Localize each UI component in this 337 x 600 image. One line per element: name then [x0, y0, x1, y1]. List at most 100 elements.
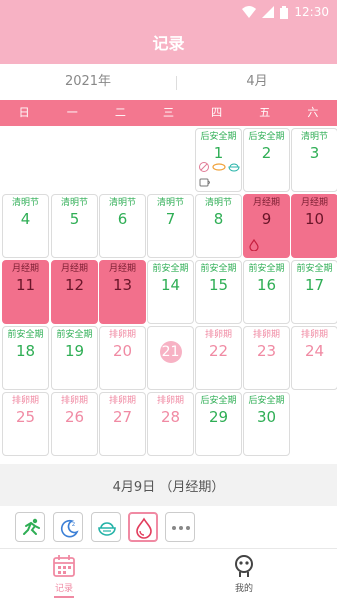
weekday-header: 日 一 二 三 四 五 六 [0, 100, 337, 126]
day-number: 26 [64, 408, 85, 426]
today-marker: 21 [159, 341, 182, 363]
day-phase-label: 排卵期 [108, 330, 136, 340]
calendar-day-12[interactable]: 月经期 12 [51, 260, 98, 324]
active-tab-indicator [54, 596, 74, 598]
calendar-day-11[interactable]: 月经期 11 [2, 260, 49, 324]
day-phase-label: 清明节 [108, 198, 136, 208]
day-number: 27 [112, 408, 133, 426]
weekday-tue: 二 [114, 106, 126, 119]
calendar-day-2[interactable]: 后安全期 2 [243, 128, 290, 192]
day-phase-label: 前安全期 [296, 264, 333, 274]
weekday-sat: 六 [307, 106, 319, 119]
day-phase-label: 前安全期 [152, 264, 189, 274]
calendar-day-17[interactable]: 前安全期 17 [291, 260, 337, 324]
day-number: 12 [64, 276, 85, 294]
calendar-day-4[interactable]: 清明节 4 [2, 194, 49, 258]
profile-icon [235, 555, 253, 577]
calendar-day-27[interactable]: 排卵期 27 [99, 392, 146, 456]
calendar-day-18[interactable]: 前安全期 18 [2, 326, 49, 390]
calendar-day-7[interactable]: 清明节 7 [147, 194, 194, 258]
selected-date-label: 4月9日 （月经期） [0, 464, 337, 506]
weekday-wed: 三 [162, 106, 174, 119]
page-title: 记录 [0, 24, 337, 64]
calendar-day-5[interactable]: 清明节 5 [51, 194, 98, 258]
tab-mine[interactable]: 我的 [214, 553, 274, 594]
day-number: 13 [112, 276, 133, 294]
day-number: 10 [304, 210, 325, 228]
day-phase-label: 前安全期 [200, 264, 237, 274]
day-phase-label: 排卵期 [60, 396, 88, 406]
sleep-button[interactable]: z [53, 512, 83, 542]
tab-records-label: 记录 [54, 584, 73, 594]
day-phase-label: 月经期 [252, 198, 280, 208]
day-phase-label: 排卵期 [156, 396, 184, 406]
calendar-day-13[interactable]: 月经期 13 [99, 260, 146, 324]
calendar-day-28[interactable]: 排卵期 28 [147, 392, 194, 456]
cup-icon [199, 178, 210, 187]
day-phase-label: 清明节 [204, 198, 232, 208]
period-icon [136, 517, 152, 539]
day-number: 25 [15, 408, 36, 426]
calendar-day-23[interactable]: 排卵期 23 [243, 326, 290, 390]
day-number: 29 [208, 408, 229, 426]
calendar-day-29[interactable]: 后安全期 29 [195, 392, 242, 456]
tab-records[interactable]: 记录 [34, 553, 94, 598]
day-phase-label: 前安全期 [7, 330, 44, 340]
day-phase-label: 排卵期 [252, 330, 280, 340]
sleep-icon: z [61, 519, 79, 538]
calendar-day-3[interactable]: 清明节 3 [291, 128, 337, 192]
calendar-day-26[interactable]: 排卵期 26 [51, 392, 98, 456]
status-bar: 12:30 [0, 0, 337, 24]
calendar-icon [53, 555, 75, 577]
year-selector[interactable]: 2021年 [0, 64, 176, 100]
calendar-day-6[interactable]: 清明节 6 [99, 194, 146, 258]
period-button[interactable] [128, 512, 158, 542]
calendar-day-30[interactable]: 后安全期 30 [243, 392, 290, 456]
more-icon [172, 526, 190, 530]
month-selector[interactable]: 4月 [177, 64, 337, 100]
exercise-icon [23, 518, 40, 535]
month-picker: 2021年 4月 [0, 64, 337, 100]
bottom-tab-bar: 记录 我的 [0, 548, 337, 600]
day-number: 19 [64, 342, 85, 360]
calendar-day-10[interactable]: 月经期 10 [291, 194, 337, 258]
exercise-button[interactable] [15, 512, 45, 542]
calendar-day-15[interactable]: 前安全期 15 [195, 260, 242, 324]
day-number: 17 [304, 276, 325, 294]
day-number: 9 [261, 210, 272, 228]
day-number: 2 [261, 144, 272, 162]
calendar-day-19[interactable]: 前安全期 19 [51, 326, 98, 390]
day-number: 8 [213, 210, 224, 228]
more-button[interactable] [165, 512, 195, 542]
calendar-day-16[interactable]: 前安全期 16 [243, 260, 290, 324]
day-number: 23 [256, 342, 277, 360]
day-number: 15 [208, 276, 229, 294]
day-number: 3 [309, 144, 320, 162]
day-record-icons [199, 162, 240, 187]
calendar-day-9[interactable]: 月经期 9 [243, 194, 290, 258]
calendar-day-25[interactable]: 排卵期 25 [2, 392, 49, 456]
calendar-day-14[interactable]: 前安全期 14 [147, 260, 194, 324]
day-phase-label: 排卵期 [11, 396, 39, 406]
day-phase-label: 清明节 [300, 132, 328, 142]
day-number: 30 [256, 408, 277, 426]
day-number: 11 [15, 276, 36, 294]
calendar-day-21[interactable]: 21 [147, 326, 194, 390]
weekday-mon: 一 [66, 106, 78, 119]
pill-icon [212, 163, 226, 171]
weekday-thu: 四 [211, 106, 223, 119]
calendar-day-24[interactable]: 排卵期 24 [291, 326, 337, 390]
calendar-day-8[interactable]: 清明节 8 [195, 194, 242, 258]
day-number: 22 [208, 342, 229, 360]
love-icon [199, 162, 209, 172]
calendar-day-20[interactable]: 排卵期 20 [99, 326, 146, 390]
day-number: 24 [304, 342, 325, 360]
day-number: 7 [165, 210, 176, 228]
period-drop-icon [249, 239, 259, 251]
day-phase-label: 月经期 [300, 198, 328, 208]
day-phase-label: 后安全期 [200, 396, 237, 406]
day-phase-label: 清明节 [11, 198, 39, 208]
calendar-day-22[interactable]: 排卵期 22 [195, 326, 242, 390]
diet-button[interactable] [91, 512, 121, 542]
calendar-day-1[interactable]: 后安全期 1 [195, 128, 242, 192]
